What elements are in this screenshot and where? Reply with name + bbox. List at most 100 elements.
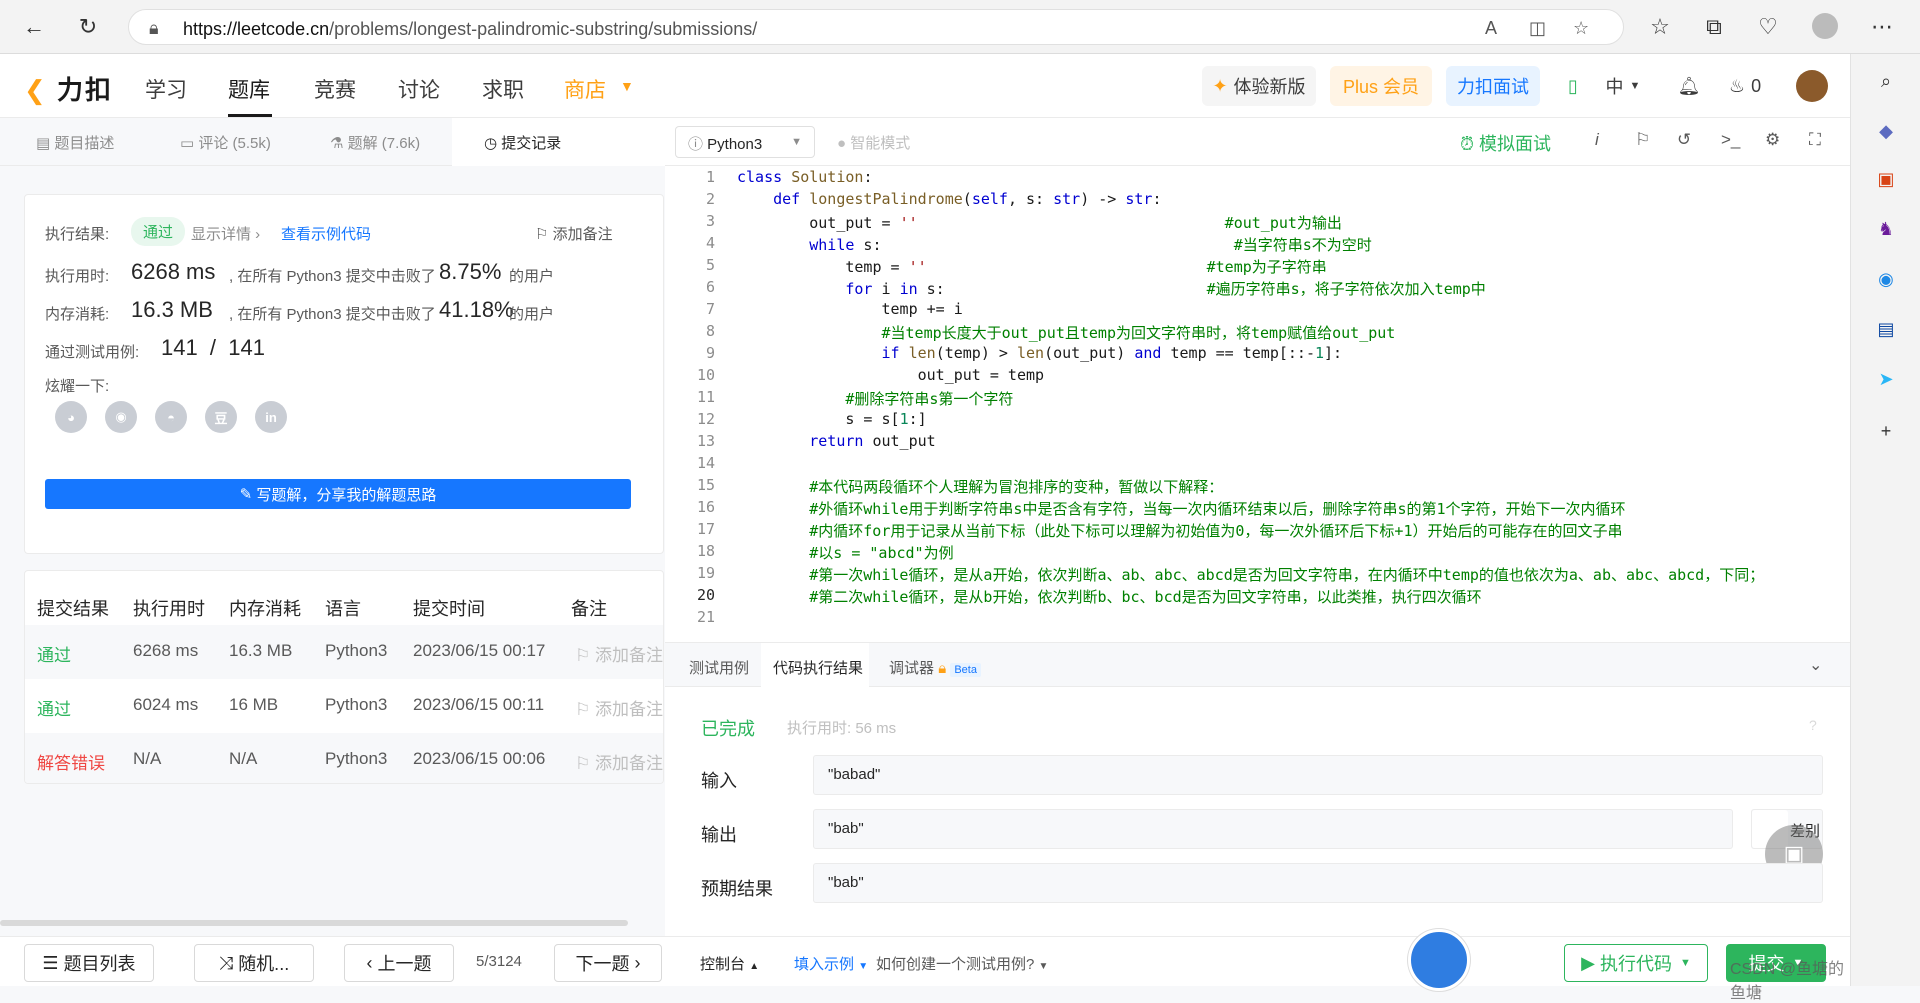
tools-icon[interactable]: ▣ (1873, 166, 1899, 192)
favorites-icon[interactable]: ☆ (1646, 13, 1674, 41)
plus-member-button[interactable]: Plus 会员 (1330, 66, 1432, 106)
office-icon[interactable]: ◉ (1873, 266, 1899, 292)
more-menu-icon[interactable]: ⋯ (1868, 13, 1896, 41)
nav-store[interactable]: 商店 (564, 74, 606, 104)
page-indicator: 5/3124 (476, 953, 522, 970)
flask-icon: ⚗ (330, 135, 348, 152)
read-aloud-icon[interactable]: A (1485, 18, 1497, 39)
prev-problem-button[interactable]: ‹ 上一题 (344, 944, 454, 982)
fullscreen-icon[interactable]: ⛶ (1809, 130, 1821, 150)
result-cell[interactable]: 解答错误 (37, 749, 105, 774)
horizontal-scrollbar[interactable] (0, 920, 628, 926)
profile-avatar[interactable] (1812, 13, 1838, 39)
nav-discuss[interactable]: 讨论 (398, 74, 440, 104)
table-row[interactable]: 通过 6024 ms 16 MB Python3 2023/06/15 00:1… (25, 679, 663, 733)
refresh-icon[interactable]: ↻ (74, 13, 102, 41)
show-detail-link[interactable]: 显示详情 › (191, 223, 260, 244)
date-cell: 2023/06/15 00:11 (413, 695, 545, 714)
write-solution-button[interactable]: ✎ 写题解，分享我的解题思路 (45, 479, 631, 509)
time-percent: 8.75% (439, 259, 502, 284)
lock-icon: 🔒︎ (938, 660, 947, 677)
qq-icon[interactable]: ◓ (155, 401, 187, 433)
url-text: https://leetcode.cn/problems/longest-pal… (183, 19, 758, 39)
left-tabbar: ▤ 题目描述 ▭ 评论 (5.5k) ⚗ 题解 (7.6k) ◷ 提交记录 (0, 118, 665, 166)
tablet-icon[interactable]: ▯ (1558, 66, 1588, 106)
add-icon[interactable]: + (1873, 418, 1899, 444)
next-problem-button[interactable]: 下一题 › (554, 944, 662, 982)
back-arrow-icon[interactable]: ← (20, 13, 48, 41)
collections-icon[interactable]: ⧉ (1700, 13, 1728, 41)
table-row[interactable]: 通过 6268 ms 16.3 MB Python3 2023/06/15 00… (25, 625, 663, 679)
view-example-link[interactable]: 查看示例代码 (281, 223, 371, 244)
fill-example-link[interactable]: 填入示例 ▼ (794, 953, 868, 974)
nav-learn[interactable]: 学习 (145, 74, 187, 104)
weibo-icon[interactable]: ◉ (105, 401, 137, 433)
time-users: 的用户 (509, 268, 555, 285)
time-cell: 6024 ms (133, 695, 199, 714)
add-note-button[interactable]: ⚐ 添加备注 (535, 223, 613, 244)
games-icon[interactable]: ♞ (1873, 216, 1899, 242)
language-select[interactable]: ⓘ Python3 ▼ (675, 126, 815, 158)
douban-icon[interactable]: 豆 (205, 401, 237, 433)
search-icon[interactable]: ⌕ (1873, 68, 1899, 94)
tab-run-result[interactable]: 代码执行结果 (773, 657, 863, 678)
how-to-link[interactable]: 如何创建一个测试用例? ▼ (876, 953, 1048, 974)
try-new-version-button[interactable]: ✦ 体验新版 (1202, 66, 1316, 106)
memory-cell: N/A (229, 749, 258, 768)
favorite-star-icon[interactable]: ☆ (1573, 18, 1589, 39)
add-note-button[interactable]: ⚐ 添加备注 (575, 641, 663, 666)
add-note-button[interactable]: ⚐ 添加备注 (575, 695, 663, 720)
flag-icon[interactable]: ⚐ (1635, 130, 1650, 150)
help-icon[interactable]: ? (1809, 717, 1817, 733)
add-note-button[interactable]: ⚐ 添加备注 (575, 749, 663, 774)
nav-problems[interactable]: 题库 (228, 74, 270, 104)
flag-icon: ⚐ (575, 646, 595, 665)
run-code-button[interactable]: ▶ 执行代码 ▼ (1564, 944, 1708, 982)
tab-description[interactable]: ▤ 题目描述 (36, 132, 114, 153)
nav-contest[interactable]: 竞赛 (314, 74, 356, 104)
tab-test-cases[interactable]: 测试用例 (689, 657, 749, 678)
bell-icon[interactable]: 🔔︎ (1672, 66, 1706, 106)
random-button[interactable]: ⤨ 随机... (194, 944, 314, 982)
smart-mode-toggle[interactable]: ● 智能模式 (837, 132, 910, 153)
date-cell: 2023/06/15 00:17 (413, 641, 546, 660)
tab-debugger[interactable]: 调试器 🔒︎ Beta (889, 657, 981, 678)
language-cell: Python3 (325, 641, 388, 660)
tab-solutions[interactable]: ⚗ 题解 (7.6k) (330, 132, 420, 153)
send-icon[interactable]: ➤ (1873, 366, 1899, 392)
editor-toolbar: ⓘ Python3 ▼ ● 智能模式 ⏰︎ 模拟面试 i ⚐ ↺ >_ ⚙ ⛶ (665, 118, 1850, 166)
user-avatar[interactable] (1796, 70, 1828, 102)
mock-interview-button[interactable]: ⏰︎ 模拟面试 (1460, 130, 1551, 156)
interview-button[interactable]: 力扣面试 (1446, 66, 1540, 106)
tab-comments[interactable]: ▭ 评论 (5.5k) (180, 132, 271, 153)
problem-list-button[interactable]: ☰ 题目列表 (24, 944, 154, 982)
address-bar[interactable]: 🔒︎ https://leetcode.cn/problems/longest-… (128, 9, 1624, 45)
collapse-chevron-icon[interactable]: ⌄ (1809, 655, 1822, 675)
code-editor[interactable]: 1 class Solution: 2 def longestPalindrome… (665, 166, 1850, 642)
nav-jobs[interactable]: 求职 (482, 74, 524, 104)
fire-counter[interactable]: ♨ 0 (1722, 66, 1768, 106)
performance-icon[interactable]: ♡ (1754, 13, 1782, 41)
settings-gear-icon[interactable]: ⚙ (1765, 130, 1780, 150)
status-badge: 通过 (131, 217, 186, 246)
linkedin-icon[interactable]: in (255, 401, 287, 433)
outlook-icon[interactable]: ▤ (1873, 316, 1899, 342)
info-italic-icon[interactable]: i (1595, 130, 1599, 150)
result-card: 执行结果: 通过 显示详情 › 查看示例代码 ⚐ 添加备注 执行用时: 6268… (24, 194, 664, 554)
tests-label: 通过测试用例: (45, 344, 140, 361)
result-cell[interactable]: 通过 (37, 641, 71, 666)
language-switch[interactable]: 中 ▼ (1598, 66, 1648, 106)
time-label: 执行用时: (45, 268, 110, 285)
tab-submissions[interactable]: ◷ 提交记录 (484, 132, 561, 153)
result-cell[interactable]: 通过 (37, 695, 71, 720)
reset-icon[interactable]: ↺ (1677, 130, 1691, 150)
table-row[interactable]: 解答错误 N/A N/A Python3 2023/06/15 00:06 ⚐ … (25, 733, 663, 783)
wechat-icon[interactable]: ◕ (55, 401, 87, 433)
split-screen-icon[interactable]: ◫ (1529, 18, 1546, 39)
assistant-avatar[interactable] (1408, 929, 1470, 991)
logo[interactable]: ❮ 力扣 (24, 70, 113, 107)
shopping-tag-icon[interactable]: ◆ (1873, 118, 1899, 144)
console-toggle[interactable]: 控制台 ▲ (700, 953, 759, 974)
chevron-down-icon[interactable]: ▼ (620, 78, 634, 94)
terminal-icon[interactable]: >_ (1721, 130, 1740, 150)
